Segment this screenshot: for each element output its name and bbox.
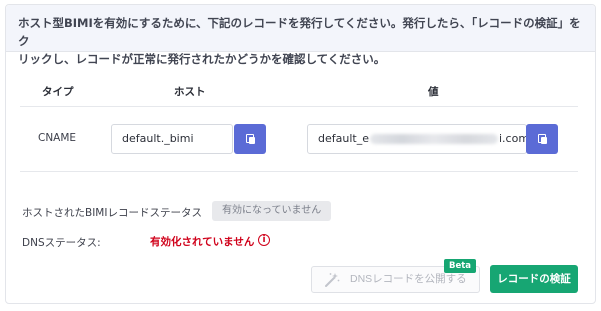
verify-record-button[interactable]: レコードの検証 — [490, 265, 578, 293]
copy-icon — [246, 134, 255, 144]
notice-line-2: リックし、レコードが正常に発行されたかどうかを確認してください。 — [18, 52, 386, 66]
column-header-value: 値 — [428, 86, 439, 98]
bimi-record-card: ホスト型BIMIを有効にするために、下記のレコードを発行してください。発行したら… — [5, 4, 596, 304]
dns-status-label: DNSステータス: — [22, 237, 101, 249]
value-field-prefix: default_e — [318, 132, 369, 145]
publish-dns-record-label: DNSレコードを公開する — [350, 273, 467, 285]
value-field-suffix: i.com — [498, 132, 527, 145]
magic-wand-icon — [325, 273, 340, 287]
table-divider-top — [20, 106, 578, 107]
value-field[interactable]: default_e i.com — [307, 124, 527, 154]
redacted-value — [369, 134, 498, 144]
host-field[interactable]: default._bimi — [111, 124, 233, 154]
dns-status-value: 有効化されていません — [150, 236, 255, 248]
notice-line-1: ホスト型BIMIを有効にするために、下記のレコードを発行してください。発行したら… — [18, 16, 581, 48]
bimi-status-label: ホストされたBIMIレコードステータス — [22, 207, 202, 219]
copy-value-button[interactable] — [526, 124, 558, 154]
info-warning-icon[interactable]: i — [258, 234, 270, 246]
column-header-host: ホスト — [174, 86, 206, 98]
host-field-value: default._bimi — [122, 132, 194, 145]
column-header-type: タイプ — [42, 86, 74, 98]
copy-icon — [538, 134, 547, 144]
instruction-notice: ホスト型BIMIを有効にするために、下記のレコードを発行してください。発行したら… — [6, 5, 595, 66]
copy-host-button[interactable] — [234, 124, 266, 154]
table-divider-bottom — [20, 171, 578, 172]
bimi-status-badge: 有効になっていません — [212, 201, 332, 221]
record-type-cell: CNAME — [38, 132, 77, 144]
beta-badge: Beta — [444, 259, 477, 273]
